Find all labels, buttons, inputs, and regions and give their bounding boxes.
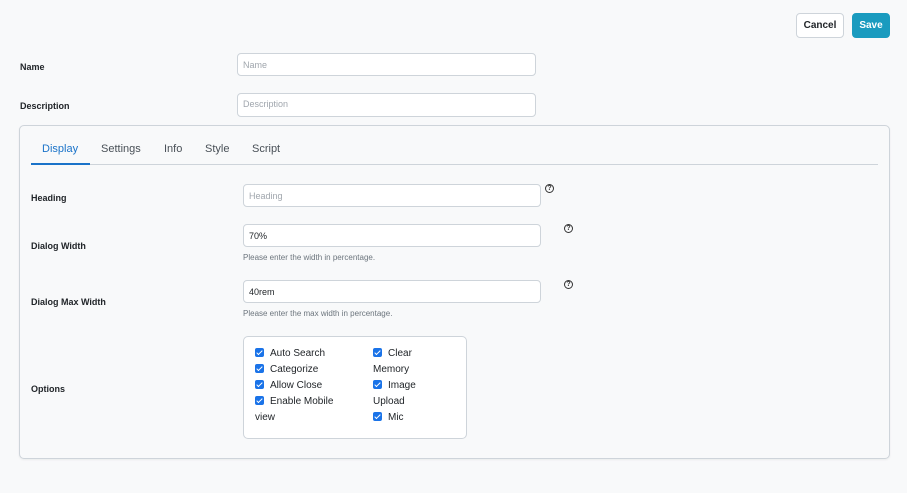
dialog-max-width-hint: Please enter the max width in percentage…: [243, 309, 393, 318]
clear-memory-option-label-cont: Memory: [373, 364, 410, 375]
active-tab-indicator: [31, 163, 90, 165]
dialog-width-label: Dialog Width: [31, 241, 86, 251]
question-circle-icon[interactable]: ?: [564, 280, 573, 289]
enable-mobile-option-label: Enable Mobile: [270, 396, 334, 407]
save-button[interactable]: Save: [852, 13, 890, 38]
settings-card: Display Settings Info Style Script Headi…: [19, 125, 890, 459]
allow-close-option-label: Allow Close: [270, 380, 323, 391]
tabs-divider: [31, 164, 878, 165]
heading-input[interactable]: [243, 184, 541, 207]
tab-script[interactable]: Script: [252, 143, 280, 155]
enable-mobile-option-label-cont: view: [255, 412, 276, 423]
options-box: Auto Search Categorize Allow Close Enabl…: [243, 336, 467, 439]
mic-option-label: Mic: [388, 412, 404, 423]
dialog-max-width-input[interactable]: [243, 280, 541, 303]
tab-info[interactable]: Info: [164, 143, 182, 155]
image-upload-option-label: Image: [388, 380, 416, 391]
description-label: Description: [20, 101, 70, 111]
dialog-width-input[interactable]: [243, 224, 541, 247]
name-label: Name: [20, 62, 45, 72]
question-circle-icon[interactable]: ?: [564, 224, 573, 233]
tab-display[interactable]: Display: [42, 143, 78, 155]
app-page: Cancel Save Name Description Display Set…: [0, 0, 907, 493]
name-input[interactable]: [237, 53, 536, 76]
clear-memory-option-label: Clear: [388, 348, 412, 359]
auto-search-option-label: Auto Search: [270, 348, 326, 359]
categorize-option-label: Categorize: [270, 364, 319, 375]
tab-settings[interactable]: Settings: [101, 143, 141, 155]
cancel-button[interactable]: Cancel: [796, 13, 844, 38]
mic-checkbox[interactable]: [373, 412, 382, 421]
image-upload-checkbox[interactable]: [373, 380, 382, 389]
heading-label: Heading: [31, 193, 67, 203]
categorize-checkbox[interactable]: [255, 364, 264, 373]
tab-style[interactable]: Style: [205, 143, 229, 155]
question-circle-icon[interactable]: ?: [545, 184, 554, 193]
dialog-width-hint: Please enter the width in percentage.: [243, 253, 376, 262]
enable-mobile-view-checkbox[interactable]: [255, 396, 264, 405]
allow-close-checkbox[interactable]: [255, 380, 264, 389]
dialog-max-width-label: Dialog Max Width: [31, 297, 106, 307]
auto-search-checkbox[interactable]: [255, 348, 264, 357]
options-label: Options: [31, 384, 65, 394]
image-upload-option-label-cont: Upload: [373, 396, 405, 407]
clear-memory-checkbox[interactable]: [373, 348, 382, 357]
description-textarea[interactable]: [237, 93, 536, 117]
